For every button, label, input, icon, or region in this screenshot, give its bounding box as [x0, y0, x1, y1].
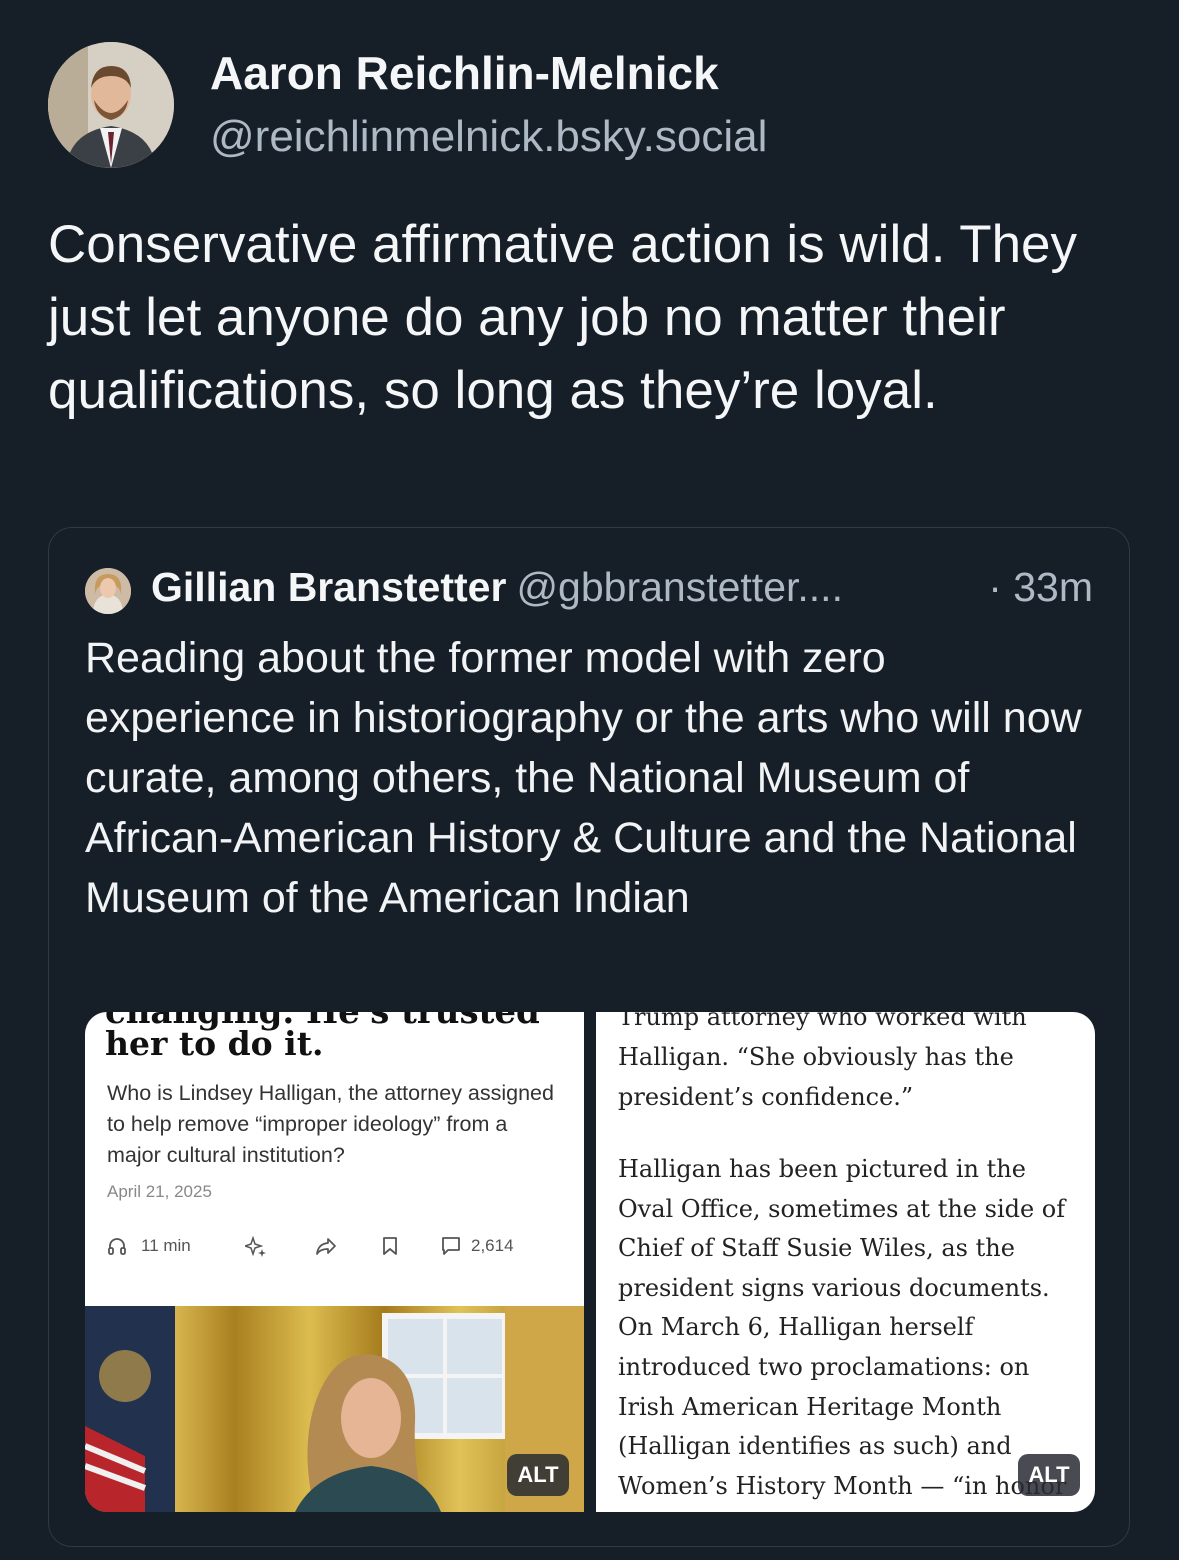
article-toolbar: 11 min 2,614	[107, 1235, 527, 1263]
article-date: April 21, 2025	[107, 1182, 212, 1201]
bookmark-icon	[381, 1236, 399, 1261]
sparkle-icon	[242, 1235, 267, 1263]
share-icon	[315, 1236, 337, 1261]
quote-author-handle[interactable]: @gbbranstetter....	[516, 564, 843, 610]
attached-image-article-text[interactable]: Trump attorney who worked with Halligan.…	[596, 1012, 1095, 1512]
article-subheadline: Who is Lindsey Halligan, the attorney as…	[107, 1081, 554, 1167]
quote-text: Reading about the former model with zero…	[85, 634, 1082, 922]
headphones-icon	[107, 1236, 127, 1261]
article-headline: her to do it.	[105, 1024, 324, 1063]
alt-text-badge[interactable]: ALT	[507, 1454, 569, 1496]
post-text: Conservative affirmative action is wild.…	[48, 215, 1078, 420]
quote-timestamp: · 33m	[988, 564, 1093, 610]
listen-duration: 11 min	[141, 1236, 191, 1255]
author-avatar[interactable]	[48, 42, 174, 168]
alt-text-badge[interactable]: ALT	[1018, 1454, 1080, 1496]
quote-author-avatar[interactable]	[85, 568, 131, 614]
quote-author-name[interactable]: Gillian Branstetter	[151, 564, 506, 610]
comment-icon	[441, 1236, 461, 1261]
quote-post-card[interactable]: Gillian Branstetter @gbbranstetter.... · …	[48, 527, 1130, 1547]
comment-count: 2,614	[471, 1236, 514, 1255]
article-paragraph-1: Halligan. “She obviously has the preside…	[618, 1043, 1014, 1111]
article-clipped-line: Trump attorney who worked with	[618, 1012, 1027, 1031]
author-handle[interactable]: @reichlinmelnick.bsky.social	[210, 112, 767, 162]
attached-image-article-header[interactable]: changing. He's trusted her to do it. Who…	[85, 1012, 584, 1512]
article-paragraph-2: Halligan has been pictured in the Oval O…	[618, 1155, 1067, 1500]
author-name[interactable]: Aaron Reichlin-Melnick	[210, 46, 719, 100]
